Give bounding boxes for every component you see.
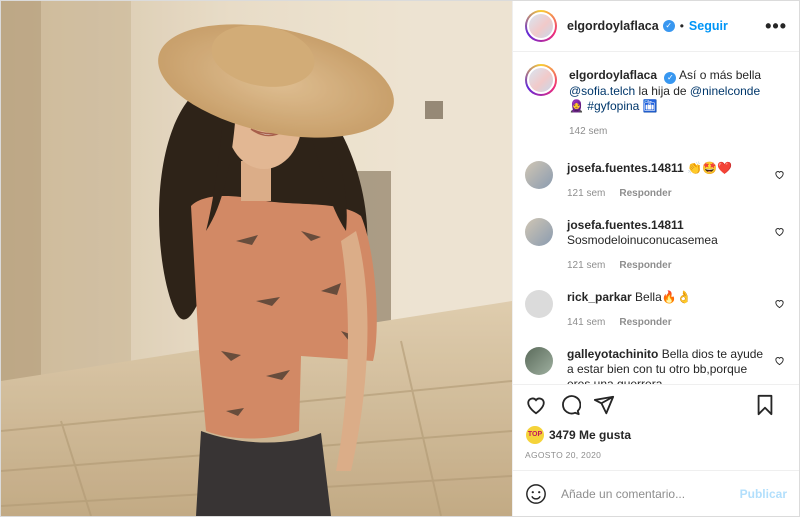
- comment-time[interactable]: 141 sem: [567, 317, 605, 328]
- likes-count[interactable]: 3479 Me gusta: [549, 428, 631, 442]
- post-date[interactable]: AGOSTO 20, 2020: [513, 446, 799, 470]
- share-paper-plane-icon[interactable]: [593, 394, 615, 416]
- commenter-name[interactable]: rick_parkar: [567, 290, 632, 304]
- commenter-avatar[interactable]: [525, 161, 553, 189]
- photo-image: [1, 1, 512, 516]
- like-comment-heart-icon[interactable]: [774, 226, 785, 240]
- liker-avatar[interactable]: TOP: [525, 425, 545, 445]
- caption-text: Así o más bella: [679, 68, 762, 82]
- comment-item: galleyotachinito Bella dios te ayude a e…: [525, 347, 787, 384]
- save-bookmark-icon[interactable]: [755, 394, 775, 416]
- like-comment-heart-icon[interactable]: [774, 355, 785, 369]
- verified-badge-icon: ✓: [662, 20, 675, 32]
- comment-composer: Publicar: [513, 470, 799, 516]
- like-comment-heart-icon[interactable]: [774, 298, 785, 312]
- verified-badge-icon: ✓: [664, 72, 677, 84]
- commenter-name[interactable]: josefa.fuentes.14811: [567, 161, 684, 175]
- reply-button[interactable]: Responder: [619, 260, 671, 271]
- reply-button[interactable]: Responder: [619, 317, 671, 328]
- caption-avatar[interactable]: [525, 64, 557, 96]
- post-header: elgordoylaflaca ✓ • Seguir •••: [513, 1, 799, 52]
- comment-item: josefa.fuentes.14811 Sosmodeloinuconucas…: [525, 218, 787, 273]
- post-sidebar: elgordoylaflaca ✓ • Seguir ••• elgordoyl…: [512, 1, 799, 516]
- comment-text: Sosmodeloinuconucasemea: [567, 233, 718, 247]
- comment-time[interactable]: 121 sem: [567, 260, 605, 271]
- reply-button[interactable]: Responder: [619, 188, 671, 199]
- comment-text: Bella🔥👌: [631, 290, 692, 304]
- caption-mention-sofia[interactable]: @sofia.telch: [569, 84, 635, 98]
- comment-item: rick_parkar Bella🔥👌 141 sem Responder: [525, 290, 787, 330]
- commenter-avatar-default[interactable]: [525, 290, 553, 318]
- comment-item: josefa.fuentes.14811 👏🤩❤️ 121 sem Respond…: [525, 161, 787, 201]
- caption-text-mid: la hija de: [635, 84, 690, 98]
- caption-mention-ninel[interactable]: @ninelconde: [690, 84, 760, 98]
- caption: elgordoylaflaca ✓ Así o más bella @sofia…: [525, 64, 787, 139]
- separator-dot: •: [679, 19, 684, 33]
- comment-bubble-icon[interactable]: [559, 394, 581, 416]
- caption-author[interactable]: elgordoylaflaca: [569, 68, 657, 82]
- comment-time[interactable]: 121 sem: [567, 188, 605, 199]
- comment-text: 👏🤩❤️: [683, 161, 732, 175]
- commenter-name[interactable]: josefa.fuentes.14811: [567, 218, 684, 232]
- caption-emoji: 🧕: [569, 99, 584, 113]
- author-avatar[interactable]: [525, 10, 557, 42]
- author-username[interactable]: elgordoylaflaca: [567, 19, 659, 33]
- like-heart-icon[interactable]: [525, 394, 547, 416]
- instagram-post: elgordoylaflaca ✓ • Seguir ••• elgordoyl…: [0, 0, 800, 517]
- commenter-avatar[interactable]: [525, 347, 553, 375]
- caption-emoji-2: 🛅: [642, 99, 658, 113]
- caption-time[interactable]: 142 sem: [569, 126, 607, 137]
- post-photo[interactable]: [1, 1, 512, 516]
- follow-button[interactable]: Seguir: [689, 19, 728, 33]
- more-options-icon[interactable]: •••: [765, 17, 787, 35]
- publish-button[interactable]: Publicar: [740, 487, 787, 501]
- commenter-avatar[interactable]: [525, 218, 553, 246]
- comments-list: elgordoylaflaca ✓ Así o más bella @sofia…: [513, 52, 799, 384]
- likes-row: TOP 3479 Me gusta: [513, 424, 799, 446]
- comment-input[interactable]: [561, 486, 740, 501]
- action-bar: [513, 384, 799, 424]
- commenter-name[interactable]: galleyotachinito: [567, 347, 658, 361]
- like-comment-heart-icon[interactable]: [774, 169, 785, 183]
- emoji-picker-icon[interactable]: [525, 483, 547, 505]
- caption-hashtag[interactable]: #gyfopina: [587, 99, 639, 113]
